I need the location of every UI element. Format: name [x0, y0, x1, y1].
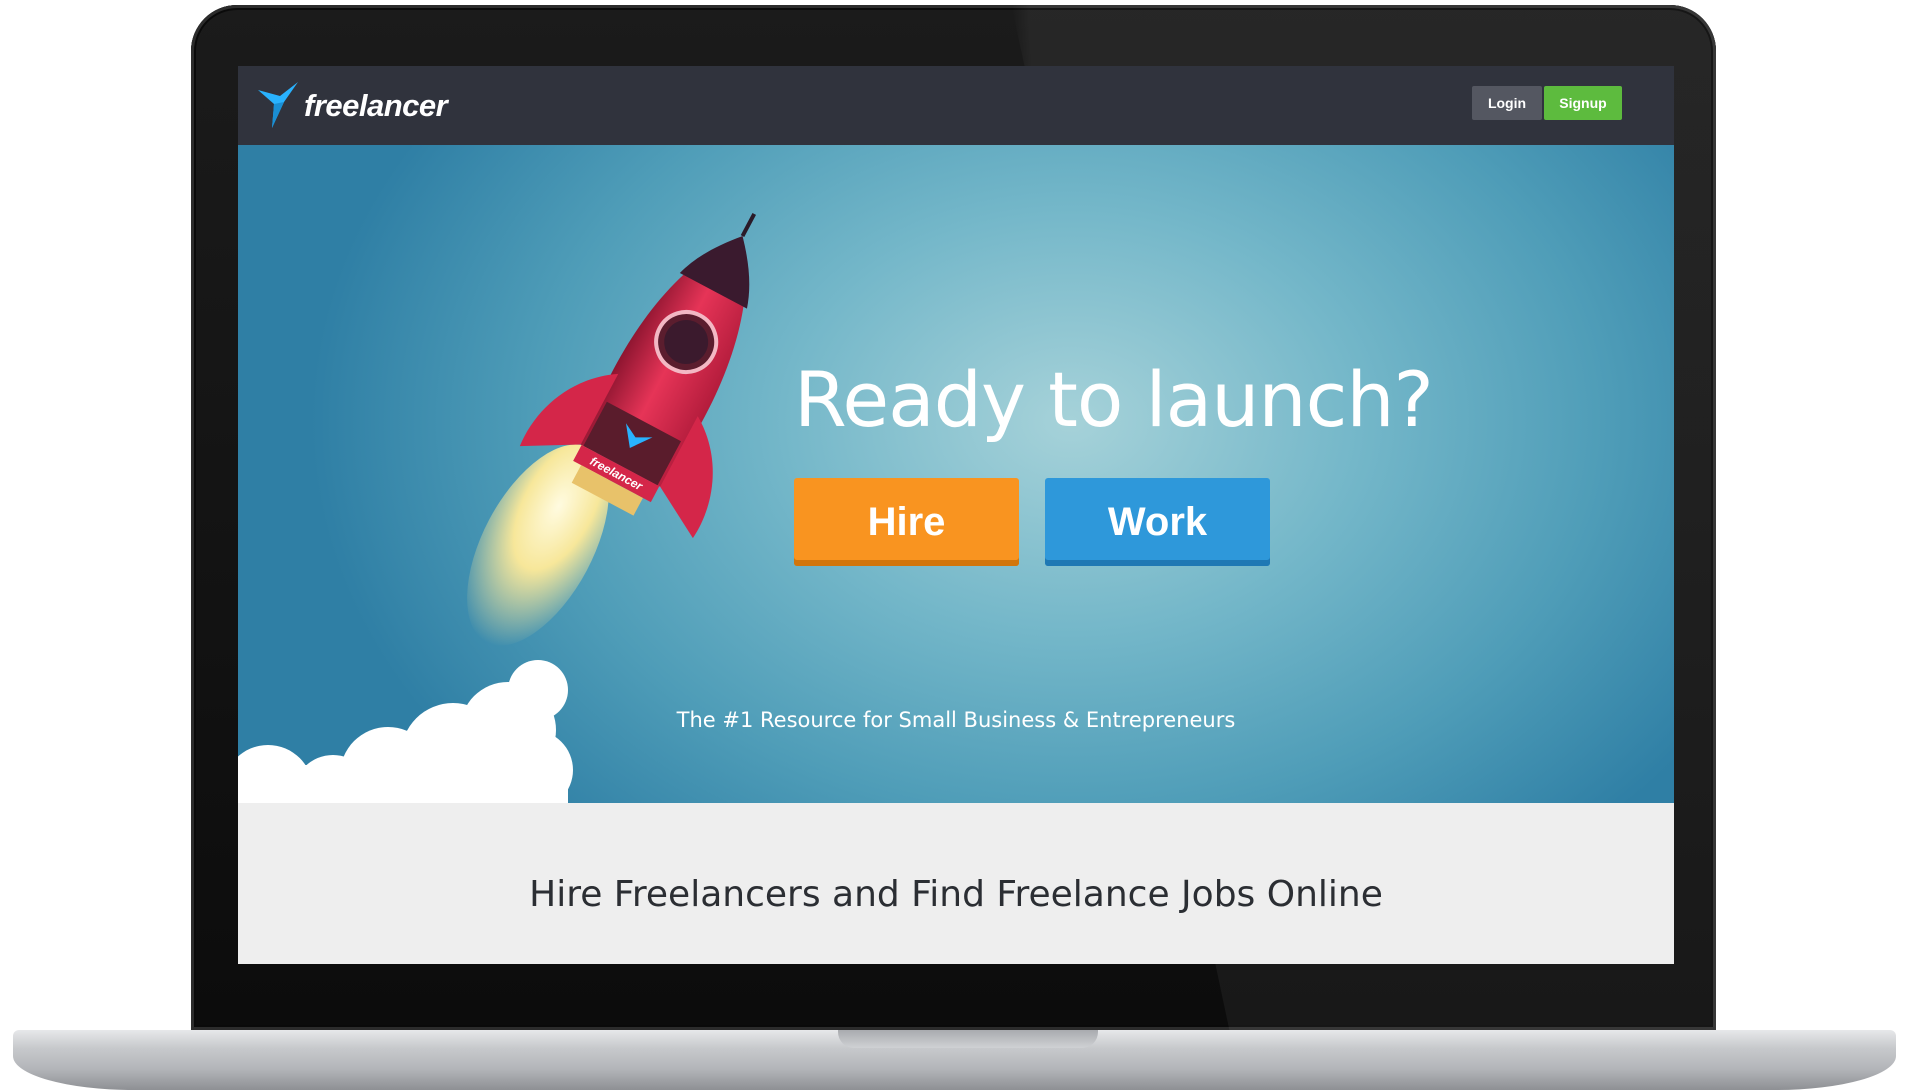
signup-button[interactable]: Signup — [1544, 86, 1622, 120]
freelancer-logo[interactable]: freelancer — [258, 78, 448, 134]
hire-button[interactable]: Hire — [794, 478, 1019, 566]
laptop-base — [13, 1030, 1896, 1090]
freelancer-bird-icon — [258, 82, 298, 128]
login-button[interactable]: Login — [1472, 86, 1542, 120]
laptop-notch — [838, 1030, 1098, 1048]
section-title: Hire Freelancers and Find Freelance Jobs… — [529, 874, 1383, 915]
top-navigation: freelancer Login Signup — [238, 66, 1674, 145]
hero-banner: freelancer Ready to launch? Hire Work Th… — [238, 145, 1674, 803]
logo-text: freelancer — [304, 88, 448, 123]
browser-screen: freelancer Login Signup freelancer Ready… — [238, 66, 1674, 964]
work-button[interactable]: Work — [1045, 478, 1270, 566]
hero-headline: Ready to launch? — [794, 355, 1434, 444]
hero-tagline: The #1 Resource for Small Business & Ent… — [676, 708, 1236, 732]
rocket-illustration: freelancer — [238, 213, 757, 803]
